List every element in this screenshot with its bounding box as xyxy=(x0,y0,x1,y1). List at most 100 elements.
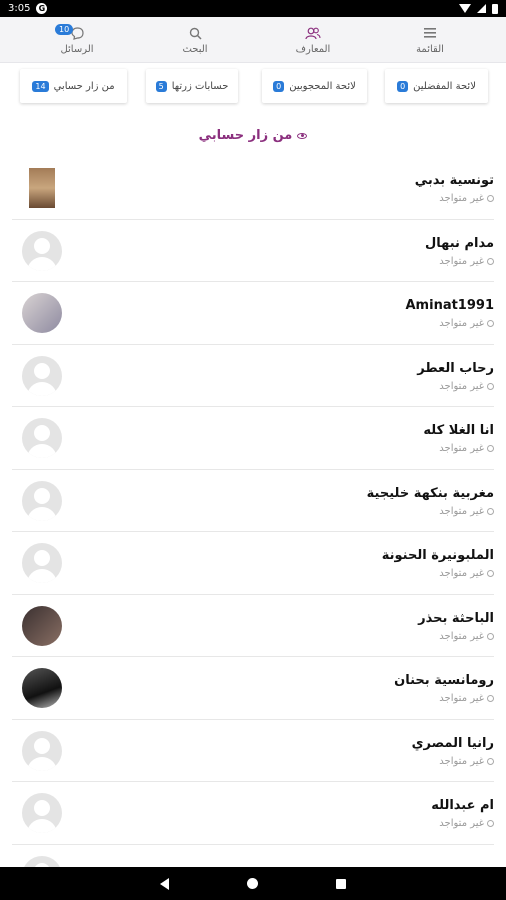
offline-dot-icon xyxy=(487,382,494,390)
status-text: غير متواجد xyxy=(439,818,484,829)
nav-friends-label: المعارف xyxy=(295,44,331,55)
eye-icon xyxy=(297,132,308,139)
nav-search[interactable]: البحث xyxy=(155,17,235,63)
people-icon xyxy=(305,25,321,41)
list-item[interactable]: تونسية بدبي غير متواجد xyxy=(12,157,494,220)
nav-messages-label: الرسائل xyxy=(60,44,94,55)
list-item[interactable] xyxy=(12,845,494,867)
avatar[interactable] xyxy=(22,355,62,396)
list-item[interactable]: مغربية بنكهة خليجية غير متواجد xyxy=(12,470,494,532)
visitor-status: غير متواجد xyxy=(439,756,494,767)
offline-dot-icon xyxy=(487,257,494,265)
nav-search-label: البحث xyxy=(182,44,208,55)
visitor-name: ام عبدالله xyxy=(431,798,494,813)
nav-messages[interactable]: 10 الرسائل xyxy=(37,17,117,63)
nav-menu[interactable]: القائمة xyxy=(390,17,470,63)
avatar[interactable] xyxy=(22,793,62,833)
avatar[interactable] xyxy=(22,543,62,583)
status-text: غير متواجد xyxy=(439,505,484,517)
visitor-name: الباحثة بحذر xyxy=(418,610,494,626)
messages-badge: 10 xyxy=(55,24,74,35)
offline-dot-icon xyxy=(487,507,494,515)
section-title: من زار حسابي xyxy=(0,128,506,143)
list-item[interactable]: انا الغلا كله غير متواجد xyxy=(12,407,494,470)
visitors-count: 14 xyxy=(32,80,49,92)
blocked-label: لائحة المحجوبين xyxy=(289,80,356,92)
offline-dot-icon xyxy=(487,757,494,765)
visitor-name: Aminat1991 xyxy=(405,298,495,313)
visitor-name: رومانسية بحنان xyxy=(394,673,494,688)
status-icons xyxy=(459,3,498,14)
avatar[interactable] xyxy=(22,855,62,867)
visitor-status: غير متواجد xyxy=(439,568,494,579)
nav-friends[interactable]: المعارف xyxy=(273,17,353,63)
offline-dot-icon xyxy=(487,570,494,577)
visitor-status: غير متواجد xyxy=(439,193,494,204)
visited-accounts-button[interactable]: 5 حسابات زرتها xyxy=(146,69,238,103)
list-item[interactable]: الملبونيرة الحنونة غير متواجد xyxy=(12,532,494,595)
status-text: غير متواجد xyxy=(439,693,484,704)
top-nav: القائمة المعارف البحث 10 الرسائل xyxy=(0,17,506,63)
avatar[interactable] xyxy=(22,230,62,271)
avatar[interactable] xyxy=(22,730,62,771)
list-item[interactable]: رانيا المصري غير متواجد xyxy=(12,720,494,782)
offline-dot-icon xyxy=(487,820,494,827)
avatar[interactable] xyxy=(29,168,55,208)
blocked-count: 0 xyxy=(273,80,285,92)
signal-icon xyxy=(477,4,486,13)
back-icon[interactable] xyxy=(160,877,169,890)
avatar[interactable] xyxy=(22,480,62,521)
visitors-label: من زار حسابي xyxy=(53,80,115,92)
search-icon xyxy=(189,25,202,41)
list-item[interactable]: Aminat1991 غير متواجد xyxy=(12,282,494,345)
hamburger-icon xyxy=(424,25,436,41)
favorites-list-button[interactable]: 0 لائحة المفضلين xyxy=(385,69,488,103)
visitor-status: غير متواجد xyxy=(439,318,494,329)
list-item[interactable]: رحاب العطر غير متواجد xyxy=(12,345,494,407)
status-text: غير متواجد xyxy=(439,443,484,454)
home-icon[interactable] xyxy=(247,878,258,889)
status-bar: 3:05 G xyxy=(0,0,506,17)
status-time: 3:05 xyxy=(8,3,31,14)
visited-count: 5 xyxy=(155,80,167,92)
visitor-name: تونسية بدبي xyxy=(414,173,494,188)
offline-dot-icon xyxy=(487,632,494,640)
visitor-status: غير متواجد xyxy=(439,506,494,517)
offline-dot-icon xyxy=(487,445,494,452)
filter-bar: 0 لائحة المفضلين 0 لائحة المحجوبين 5 حسا… xyxy=(0,66,506,106)
visitor-status: غير متواجد xyxy=(439,443,494,454)
status-text: غير متواجد xyxy=(439,755,484,767)
visitor-status: غير متواجد xyxy=(439,631,494,642)
avatar[interactable] xyxy=(22,605,62,646)
favorites-label: لائحة المفضلين xyxy=(413,80,476,92)
status-text: غير متواجد xyxy=(439,568,484,579)
visitor-status: غير متواجد xyxy=(439,818,494,829)
visitor-name: مغربية بنكهة خليجية xyxy=(366,485,494,501)
nav-menu-label: القائمة xyxy=(416,44,444,55)
my-visitors-button[interactable]: 14 من زار حسابي xyxy=(20,69,127,103)
avatar[interactable] xyxy=(22,293,62,333)
wifi-icon xyxy=(459,4,471,13)
list-item[interactable]: الباحثة بحذر غير متواجد xyxy=(12,595,494,657)
status-text: غير متواجد xyxy=(439,318,484,329)
offline-dot-icon xyxy=(487,195,494,202)
visitor-name: رانيا المصري xyxy=(411,735,494,751)
list-item[interactable]: مدام نبهال غير متواجد xyxy=(12,220,494,282)
visitor-status: غير متواجد xyxy=(439,381,494,392)
visitor-status: غير متواجد xyxy=(439,256,494,267)
system-nav-bar xyxy=(0,867,506,900)
list-item[interactable]: رومانسية بحنان غير متواجد xyxy=(12,657,494,720)
visited-label: حسابات زرتها xyxy=(171,80,229,92)
list-item[interactable]: ام عبدالله غير متواجد xyxy=(12,782,494,845)
avatar[interactable] xyxy=(22,418,62,458)
offline-dot-icon xyxy=(487,320,494,327)
visitor-name: انا الغلا كله xyxy=(423,423,494,438)
section-title-text: من زار حسابي xyxy=(198,128,293,143)
blocked-list-button[interactable]: 0 لائحة المحجوبين xyxy=(262,69,367,103)
recent-apps-icon[interactable] xyxy=(336,878,346,889)
visitor-name: مدام نبهال xyxy=(425,235,494,251)
status-text: غير متواجد xyxy=(439,380,484,392)
visitor-name: رحاب العطر xyxy=(417,360,494,376)
avatar[interactable] xyxy=(22,668,62,708)
app-notification-icon: G xyxy=(36,3,48,14)
